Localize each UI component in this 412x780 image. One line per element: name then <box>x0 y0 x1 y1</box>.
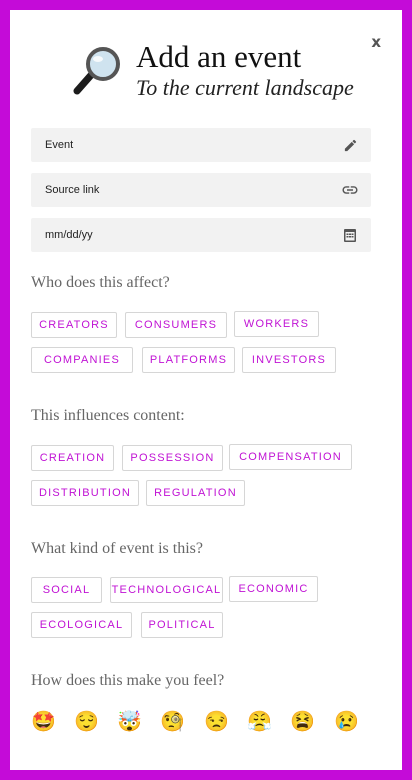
chip-companies[interactable]: COMPANIES <box>31 347 133 373</box>
chip-distribution[interactable]: DISTRIBUTION <box>31 480 139 506</box>
modal-subtitle: To the current landscape <box>136 75 354 100</box>
event-field[interactable]: Event <box>31 128 371 162</box>
link-icon <box>341 181 359 199</box>
chip-ecological[interactable]: ECOLOGICAL <box>31 612 132 638</box>
star-struck-emoji-icon[interactable]: 🤩 <box>31 710 56 734</box>
feel-question: How does this make you feel? <box>31 672 225 689</box>
chip-compensation[interactable]: COMPENSATION <box>229 444 352 470</box>
pencil-icon <box>341 136 359 154</box>
close-button[interactable]: x <box>371 35 381 50</box>
event-placeholder: Event <box>45 139 74 151</box>
source-link-field[interactable]: Source link <box>31 173 371 207</box>
chip-creators[interactable]: CREATORS <box>31 312 117 338</box>
monocle-emoji-icon[interactable]: 🧐 <box>160 710 185 734</box>
content-question: This influences content: <box>31 407 185 424</box>
chip-social[interactable]: SOCIAL <box>31 577 102 603</box>
affect-question: Who does this affect? <box>31 274 170 291</box>
chip-political[interactable]: POLITICAL <box>141 612 223 638</box>
chip-platforms[interactable]: PLATFORMS <box>142 347 235 373</box>
calendar-icon <box>341 226 359 244</box>
date-field[interactable]: mm/dd/yy <box>31 218 371 252</box>
crying-emoji-icon[interactable]: 😢 <box>334 710 359 734</box>
date-placeholder: mm/dd/yy <box>45 229 93 241</box>
chip-possession[interactable]: POSSESSION <box>122 445 223 471</box>
source-link-placeholder: Source link <box>45 184 100 196</box>
relieved-emoji-icon[interactable]: 😌 <box>74 710 99 734</box>
modal-header: Add an event To the current landscape <box>70 39 354 102</box>
magnifier-icon <box>73 47 120 95</box>
chip-creation[interactable]: CREATION <box>31 445 114 471</box>
triumph-emoji-icon[interactable]: 😤 <box>247 710 272 734</box>
tired-emoji-icon[interactable]: 😫 <box>290 710 315 734</box>
modal-title: Add an event <box>136 39 302 74</box>
kind-question: What kind of event is this? <box>31 540 203 557</box>
chip-workers[interactable]: WORKERS <box>234 311 319 337</box>
chip-consumers[interactable]: CONSUMERS <box>125 312 227 338</box>
chip-regulation[interactable]: REGULATION <box>146 480 245 506</box>
mind-blown-emoji-icon[interactable]: 🤯 <box>117 710 142 734</box>
unamused-emoji-icon[interactable]: 😒 <box>204 710 229 734</box>
chip-economic[interactable]: ECONOMIC <box>229 576 318 602</box>
add-event-modal: x Add an event To the current landscape … <box>10 10 402 770</box>
chip-investors[interactable]: INVESTORS <box>242 347 336 373</box>
chip-technological[interactable]: TECHNOLOGICAL <box>110 577 223 603</box>
